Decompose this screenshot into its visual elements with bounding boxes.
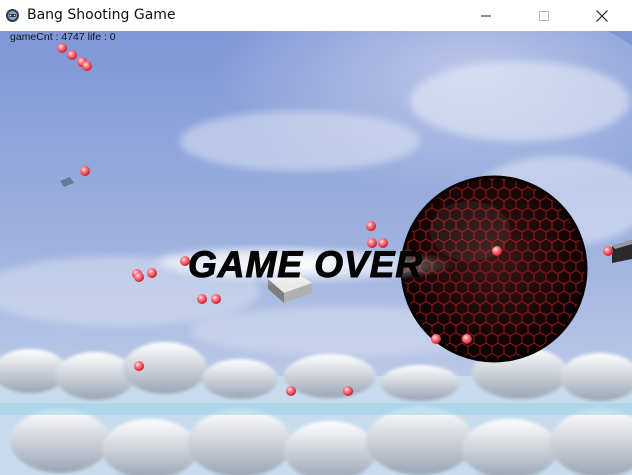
bullet [366,221,376,231]
hud-status: gameCnt : 4747 life : 0 [10,31,116,43]
bullet [80,166,90,176]
bullet [286,386,296,396]
maximize-button[interactable] [521,0,567,31]
bullet [211,294,221,304]
bullet [603,246,613,256]
game-canvas[interactable]: gameCnt : 4747 life : 0 GAME OVER [0,31,632,475]
game-over-text: GAME OVER [187,244,424,286]
maximize-icon [539,10,549,21]
window-title-bar[interactable]: Bang Shooting Game [0,0,632,31]
minimize-button[interactable] [463,0,509,31]
close-icon [596,9,608,22]
game-controller-icon [6,9,19,22]
minimize-icon [481,15,491,16]
bullet [67,50,77,60]
bullet [492,246,502,256]
bullet [147,268,157,278]
bullet [82,61,92,71]
bullet [134,361,144,371]
bullet [462,334,472,344]
bullet [57,43,67,53]
bullet [431,334,441,344]
close-button[interactable] [579,0,625,31]
bullet [343,386,353,396]
bullet [134,272,144,282]
cloud-bank [0,342,632,475]
bullet [197,294,207,304]
window-title: Bang Shooting Game [27,7,176,23]
